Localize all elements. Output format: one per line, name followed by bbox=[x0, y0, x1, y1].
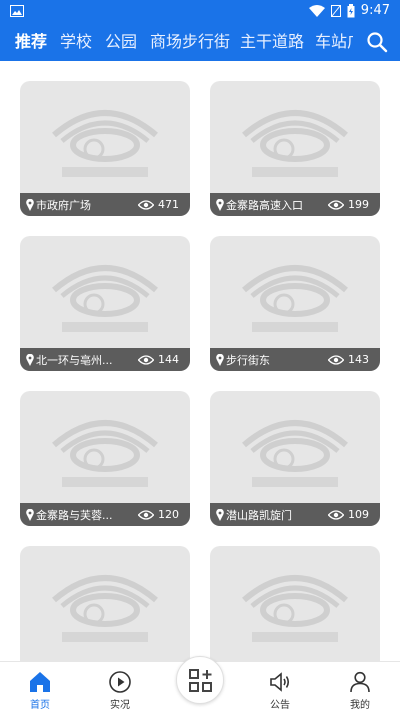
views-eye-icon bbox=[328, 354, 344, 365]
nav-live[interactable]: 实况 bbox=[80, 662, 160, 711]
location-pin-icon bbox=[26, 353, 34, 366]
tab-station[interactable]: 车站广 bbox=[315, 30, 353, 54]
views-eye-icon bbox=[138, 509, 154, 520]
camera-card[interactable] bbox=[210, 546, 380, 661]
location-pin-icon bbox=[216, 508, 224, 521]
card-views: 471 bbox=[158, 198, 179, 211]
placeholder-logo-icon bbox=[48, 97, 162, 183]
card-location: 步行街东 bbox=[226, 353, 270, 367]
placeholder-logo-icon bbox=[238, 407, 352, 493]
placeholder-logo-icon bbox=[238, 252, 352, 338]
speaker-icon bbox=[270, 672, 290, 692]
views-eye-icon bbox=[138, 199, 154, 210]
nav-notice[interactable]: 公告 bbox=[240, 662, 320, 711]
card-views: 143 bbox=[348, 353, 369, 366]
tab-mall-street[interactable]: 商场步行街 bbox=[150, 30, 230, 54]
camera-card[interactable]: 北一环与亳州... 144 bbox=[20, 236, 190, 371]
card-location: 潜山路凯旋门 bbox=[226, 508, 292, 522]
placeholder-logo-icon bbox=[48, 252, 162, 338]
views-eye-icon bbox=[328, 509, 344, 520]
card-footer: 步行街东 143 bbox=[210, 348, 380, 371]
nav-notice-label: 公告 bbox=[270, 700, 290, 711]
status-time: 9:47 bbox=[360, 3, 390, 18]
camera-card[interactable]: 潜山路凯旋门 109 bbox=[210, 391, 380, 526]
views-eye-icon bbox=[328, 199, 344, 210]
placeholder-logo-icon bbox=[48, 562, 162, 648]
camera-card[interactable] bbox=[20, 546, 190, 661]
nav-mine-label: 我的 bbox=[350, 700, 370, 711]
card-views: 109 bbox=[348, 508, 369, 521]
card-views: 144 bbox=[158, 353, 179, 366]
camera-grid: 市政府广场 471 金寨路高速入口 199 北一环与亳州... 144 步行街东… bbox=[0, 61, 400, 661]
apps-center-button[interactable] bbox=[176, 656, 224, 704]
card-location: 市政府广场 bbox=[36, 198, 91, 212]
location-pin-icon bbox=[216, 198, 224, 211]
category-tabs: 推荐 学校 公园 商场步行街 主干道路 车站广 bbox=[0, 30, 400, 54]
placeholder-logo-icon bbox=[238, 97, 352, 183]
camera-card[interactable]: 金寨路高速入口 199 bbox=[210, 81, 380, 216]
card-footer: 潜山路凯旋门 109 bbox=[210, 503, 380, 526]
card-footer: 金寨路高速入口 199 bbox=[210, 193, 380, 216]
card-views: 120 bbox=[158, 508, 179, 521]
placeholder-logo-icon bbox=[238, 562, 352, 648]
tab-main-road[interactable]: 主干道路 bbox=[240, 30, 304, 54]
home-icon bbox=[30, 672, 50, 692]
top-header: 9:47 推荐 学校 公园 商场步行街 主干道路 车站广 bbox=[0, 0, 400, 61]
card-footer: 市政府广场 471 bbox=[20, 193, 190, 216]
apps-grid-icon bbox=[189, 669, 212, 692]
wifi-icon bbox=[308, 4, 325, 17]
card-location: 金寨路与芙蓉... bbox=[36, 508, 113, 522]
camera-card[interactable]: 金寨路与芙蓉... 120 bbox=[20, 391, 190, 526]
views-eye-icon bbox=[138, 354, 154, 365]
nav-mine[interactable]: 我的 bbox=[320, 662, 400, 711]
location-pin-icon bbox=[26, 508, 34, 521]
signal-icon bbox=[330, 4, 341, 17]
status-bar: 9:47 bbox=[0, 0, 400, 24]
tab-park[interactable]: 公园 bbox=[105, 30, 137, 54]
gallery-notification-icon bbox=[10, 5, 24, 17]
tab-school[interactable]: 学校 bbox=[60, 30, 92, 54]
nav-home-label: 首页 bbox=[30, 700, 50, 711]
battery-icon bbox=[347, 3, 355, 17]
placeholder-logo-icon bbox=[48, 407, 162, 493]
card-location: 北一环与亳州... bbox=[36, 353, 113, 367]
nav-live-label: 实况 bbox=[110, 700, 130, 711]
card-views: 199 bbox=[348, 198, 369, 211]
play-circle-icon bbox=[109, 671, 131, 693]
camera-card[interactable]: 步行街东 143 bbox=[210, 236, 380, 371]
status-right: 9:47 bbox=[308, 3, 390, 18]
card-footer: 北一环与亳州... 144 bbox=[20, 348, 190, 371]
card-footer: 金寨路与芙蓉... 120 bbox=[20, 503, 190, 526]
search-icon[interactable] bbox=[366, 31, 388, 53]
card-location: 金寨路高速入口 bbox=[226, 198, 303, 212]
location-pin-icon bbox=[216, 353, 224, 366]
user-icon bbox=[350, 671, 370, 693]
nav-home[interactable]: 首页 bbox=[0, 662, 80, 711]
location-pin-icon bbox=[26, 198, 34, 211]
tab-recommend[interactable]: 推荐 bbox=[15, 30, 47, 54]
camera-card[interactable]: 市政府广场 471 bbox=[20, 81, 190, 216]
